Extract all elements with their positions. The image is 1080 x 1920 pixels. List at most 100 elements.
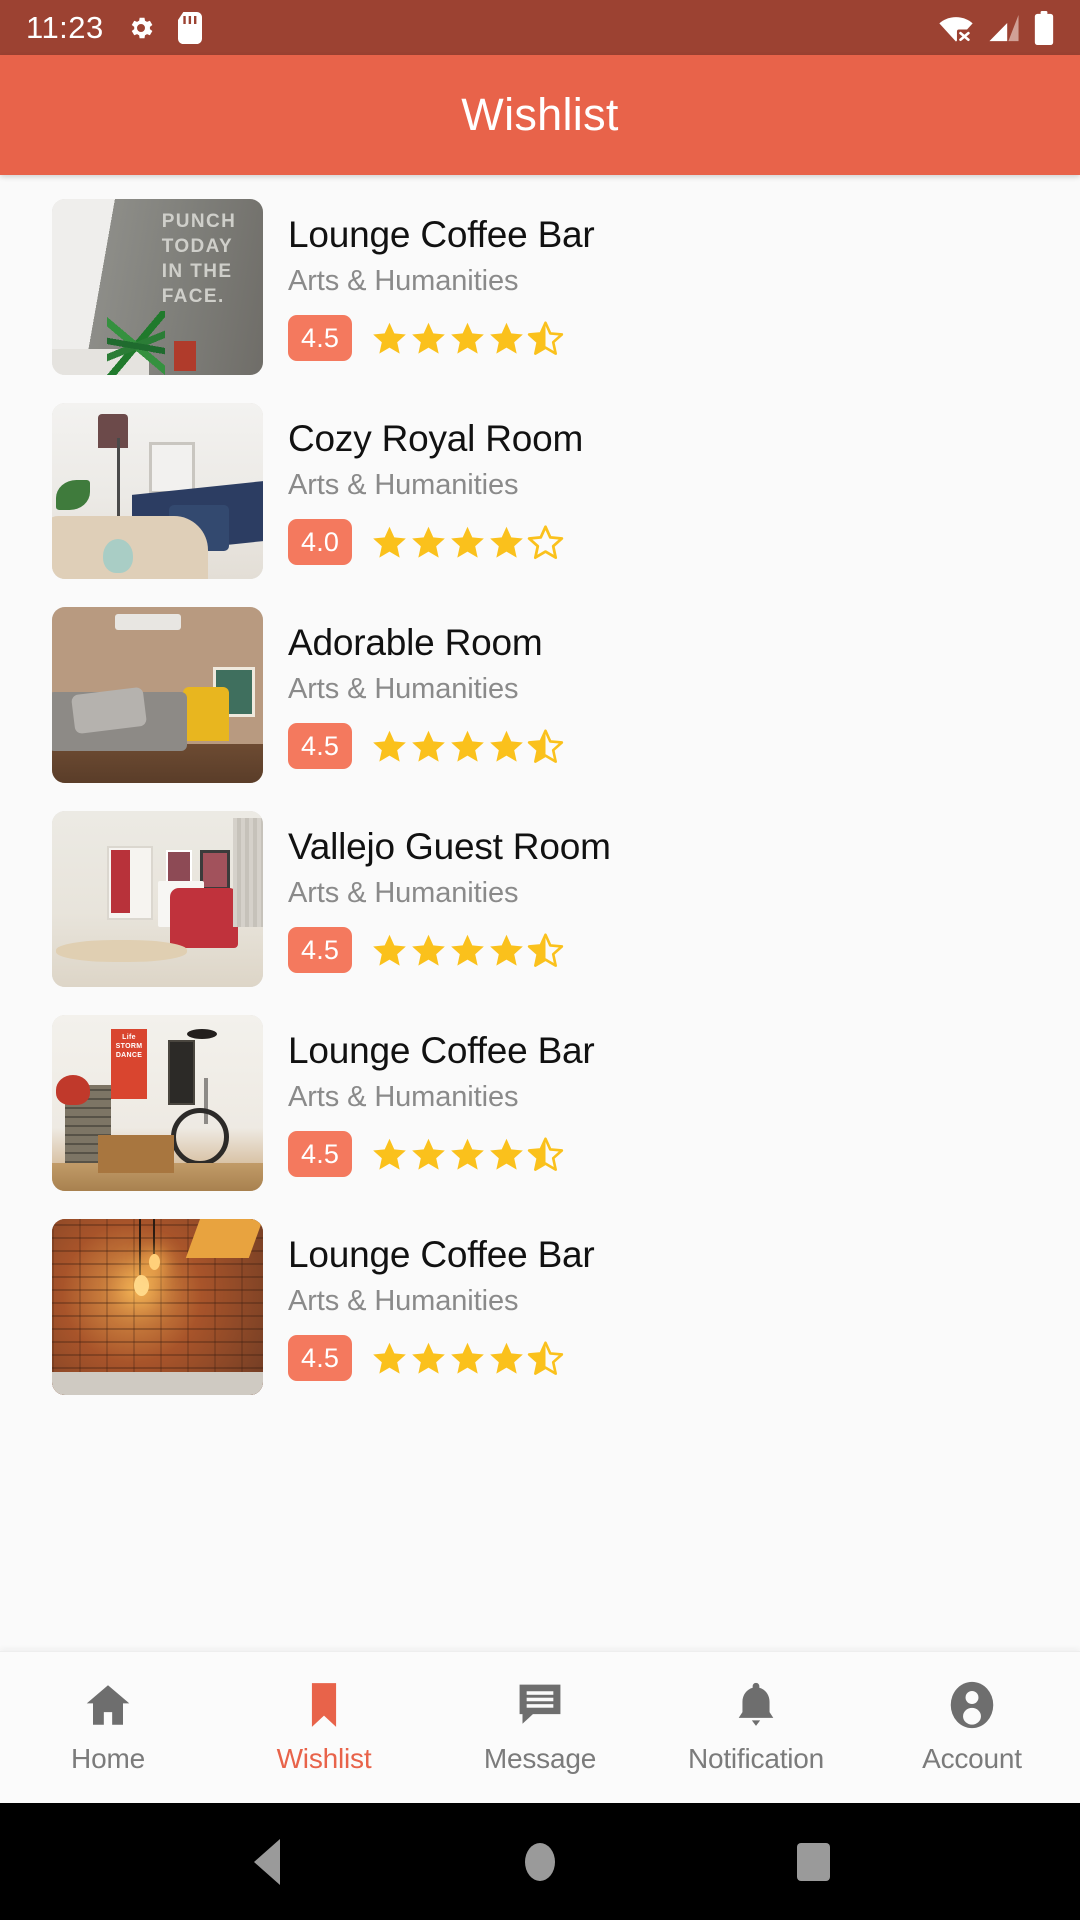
star-full-icon (451, 1342, 484, 1374)
star-half-icon (527, 728, 564, 763)
star-full-icon (451, 1138, 484, 1170)
star-full-icon (412, 934, 445, 966)
star-half-icon (527, 932, 564, 967)
wishlist-item[interactable]: Vallejo Guest Room Arts & Humanities 4.5 (0, 811, 1080, 987)
item-rating-row: 4.5 (288, 1131, 1046, 1177)
star-full-icon (373, 934, 406, 966)
item-category: Arts & Humanities (288, 265, 519, 297)
star-full-icon (373, 526, 406, 558)
star-empty-icon (527, 524, 564, 559)
item-thumbnail[interactable] (52, 403, 263, 579)
item-thumbnail[interactable]: PUNCH TODAY IN THE FACE. (52, 199, 263, 375)
item-rating-row: 4.5 (288, 315, 1046, 361)
item-body: Lounge Coffee Bar Arts & Humanities 4.5 (263, 1015, 1046, 1177)
home-circle-icon[interactable] (517, 1839, 563, 1885)
item-rating-row: 4.0 (288, 519, 1046, 565)
star-full-icon (373, 1342, 406, 1374)
star-full-icon (373, 322, 406, 354)
item-thumbnail[interactable] (52, 811, 263, 987)
nav-label: Notification (687, 1743, 825, 1774)
rating-badge: 4.5 (288, 723, 353, 769)
battery-full-icon (1034, 10, 1054, 45)
back-triangle-icon[interactable] (244, 1838, 290, 1885)
wifi-off-icon (939, 16, 973, 43)
star-rating (371, 524, 564, 561)
wishlist-item[interactable]: Cozy Royal Room Arts & Humanities 4.0 (0, 403, 1080, 579)
star-half-icon (527, 320, 564, 355)
wishlist-item[interactable]: Life STORM DANCE Lounge Coffee Bar Arts & Hu… (0, 1015, 1080, 1191)
nav-item-home[interactable]: Home (0, 1652, 216, 1803)
item-title: Vallejo Guest Room (288, 826, 611, 867)
item-body: Lounge Coffee Bar Arts & Humanities 4.5 (263, 199, 1046, 361)
item-thumbnail[interactable] (52, 1219, 263, 1395)
android-navigation-bar (0, 1803, 1080, 1920)
star-full-icon (490, 1138, 523, 1170)
star-full-icon (373, 730, 406, 762)
home-icon (83, 1680, 133, 1730)
app-bar: Wishlist (0, 55, 1080, 175)
item-category: Arts & Humanities (288, 877, 519, 909)
status-bar: 11:23 (0, 0, 1080, 55)
star-full-icon (373, 1138, 406, 1170)
item-thumbnail[interactable]: Life STORM DANCE (52, 1015, 263, 1191)
account-icon (947, 1680, 997, 1730)
star-full-icon (451, 526, 484, 558)
item-body: Vallejo Guest Room Arts & Humanities 4.5 (263, 811, 1046, 973)
star-rating (371, 1340, 564, 1377)
star-full-icon (412, 730, 445, 762)
item-rating-row: 4.5 (288, 1335, 1046, 1381)
star-full-icon (490, 730, 523, 762)
sd-card-icon (177, 11, 202, 44)
status-clock: 11:23 (26, 9, 104, 45)
gear-icon (131, 17, 153, 38)
wishlist-item[interactable]: Adorable Room Arts & Humanities 4.5 (0, 607, 1080, 783)
thumb-poster-text: Life STORM DANCE (111, 1029, 147, 1100)
rating-badge: 4.5 (288, 1335, 353, 1381)
nav-item-account[interactable]: Account (864, 1652, 1080, 1803)
nav-label: Home (71, 1743, 145, 1774)
item-body: Adorable Room Arts & Humanities 4.5 (263, 607, 1046, 769)
item-title: Lounge Coffee Bar (288, 1030, 595, 1071)
nav-label: Message (483, 1743, 597, 1774)
rating-badge: 4.5 (288, 315, 353, 361)
item-category: Arts & Humanities (288, 469, 519, 501)
star-full-icon (451, 730, 484, 762)
bell-icon (731, 1680, 781, 1730)
app-root: 11:23 Wishlist PUNCH TODAY IN THE FACE. … (0, 0, 1080, 1920)
item-title: Adorable Room (288, 622, 543, 663)
star-full-icon (490, 1342, 523, 1374)
bottom-navigation: Home Wishlist Message Notification Account (0, 1651, 1080, 1803)
star-full-icon (490, 526, 523, 558)
item-title: Lounge Coffee Bar (288, 1234, 595, 1275)
item-rating-row: 4.5 (288, 723, 1046, 769)
wishlist-item[interactable]: PUNCH TODAY IN THE FACE. Lounge Coffee Bar Ar… (0, 199, 1080, 375)
wishlist-item[interactable]: Lounge Coffee Bar Arts & Humanities 4.5 (0, 1219, 1080, 1395)
item-rating-row: 4.5 (288, 927, 1046, 973)
item-category: Arts & Humanities (288, 1081, 519, 1113)
cellular-signal-icon (989, 14, 1019, 41)
recents-square-icon[interactable] (790, 1839, 836, 1885)
item-body: Lounge Coffee Bar Arts & Humanities 4.5 (263, 1219, 1046, 1381)
rating-badge: 4.5 (288, 1131, 353, 1177)
rating-badge: 4.5 (288, 927, 353, 973)
item-title: Lounge Coffee Bar (288, 214, 595, 255)
rating-badge: 4.0 (288, 519, 353, 565)
star-rating (371, 320, 564, 357)
nav-item-message[interactable]: Message (432, 1652, 648, 1803)
bookmark-icon (299, 1680, 349, 1730)
page-title: Wishlist (461, 89, 619, 140)
item-body: Cozy Royal Room Arts & Humanities 4.0 (263, 403, 1046, 565)
star-full-icon (451, 934, 484, 966)
star-full-icon (490, 934, 523, 966)
item-category: Arts & Humanities (288, 1285, 519, 1317)
star-full-icon (412, 1342, 445, 1374)
status-bar-left: 11:23 (26, 10, 202, 46)
nav-item-wishlist[interactable]: Wishlist (216, 1652, 432, 1803)
star-full-icon (412, 322, 445, 354)
star-rating (371, 1136, 564, 1173)
item-thumbnail[interactable] (52, 607, 263, 783)
star-half-icon (527, 1136, 564, 1171)
star-rating (371, 932, 564, 969)
nav-item-notification[interactable]: Notification (648, 1652, 864, 1803)
wishlist-list[interactable]: PUNCH TODAY IN THE FACE. Lounge Coffee Bar Ar… (0, 175, 1080, 1651)
